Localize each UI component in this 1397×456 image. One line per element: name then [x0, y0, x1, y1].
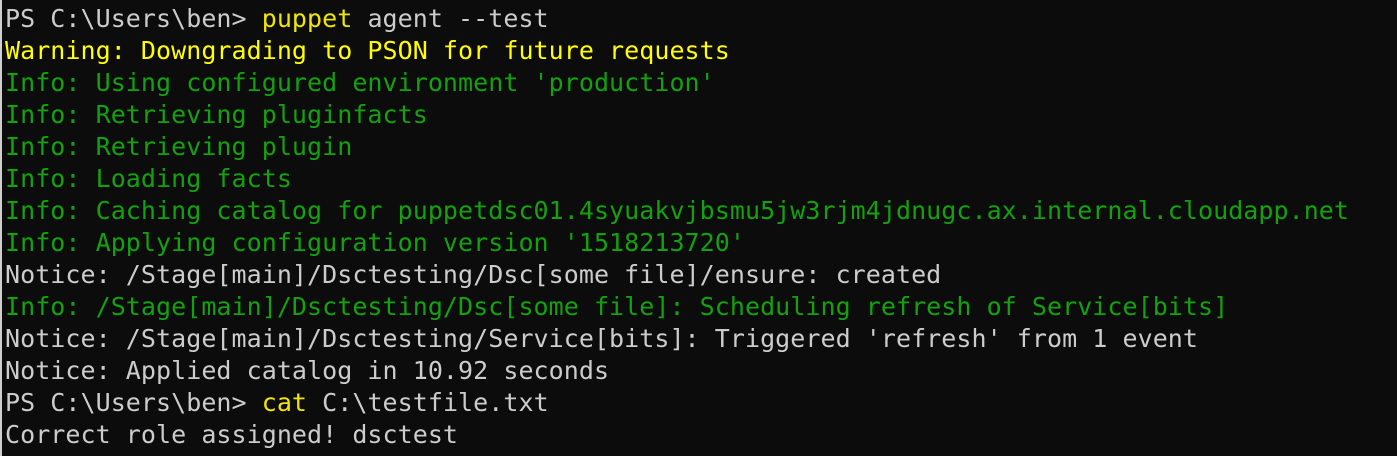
- output-line: Correct role assigned! dsctest: [5, 420, 459, 449]
- info-line: Info: Using configured environment 'prod…: [5, 68, 715, 97]
- prompt-line: PS C:\Users\ben> puppet agent --test: [5, 3, 1397, 35]
- info-line: Info: Retrieving plugin: [5, 132, 353, 161]
- prompt: PS C:\Users\ben>: [5, 388, 262, 417]
- prompt: PS C:\Users\ben>: [5, 4, 262, 33]
- info-line: Info: Retrieving pluginfacts: [5, 100, 428, 129]
- notice-line: Notice: /Stage[main]/Dsctesting/Service[…: [5, 324, 1198, 353]
- info-line: Info: Caching catalog for puppetdsc01.4s…: [5, 196, 1350, 225]
- warning-line: Warning: Downgrading to PSON for future …: [5, 36, 730, 65]
- notice-line: Notice: /Stage[main]/Dsctesting/Dsc[some…: [5, 260, 942, 289]
- command-name: puppet: [261, 4, 353, 33]
- info-line: Info: /Stage[main]/Dsctesting/Dsc[some f…: [5, 292, 1229, 321]
- command-args: C:\testfile.txt: [307, 388, 549, 417]
- command-name: cat: [261, 388, 308, 417]
- info-line: Info: Applying configuration version '15…: [5, 228, 745, 257]
- command-args: agent --test: [352, 4, 549, 33]
- prompt-line: PS C:\Users\ben> cat C:\testfile.txt: [5, 387, 1397, 419]
- notice-line: Notice: Applied catalog in 10.92 seconds: [5, 356, 610, 385]
- info-line: Info: Loading facts: [5, 164, 292, 193]
- powershell-terminal[interactable]: PS C:\Users\ben> puppet agent --test War…: [0, 0, 1397, 456]
